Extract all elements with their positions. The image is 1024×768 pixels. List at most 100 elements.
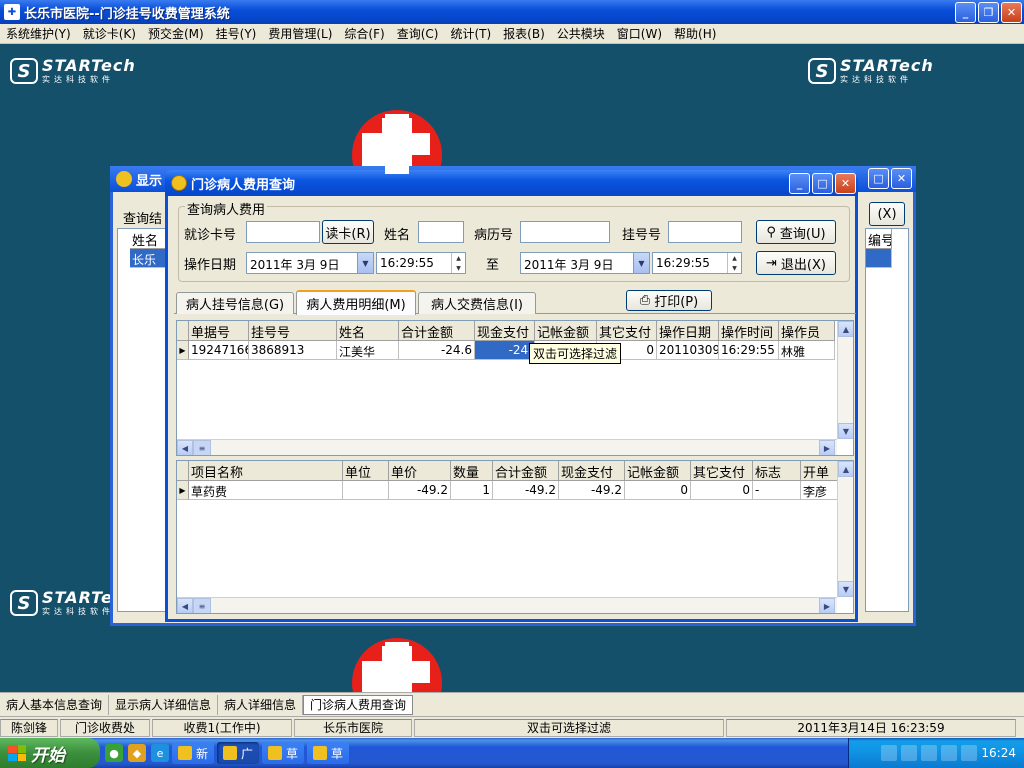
cell-unit[interactable]	[343, 481, 389, 500]
fee-query-dialog[interactable]: 门诊病人费用查询 _ □ ✕ 查询病人费用 就诊卡号 读卡(R) 姓名 病历号 …	[165, 170, 858, 622]
scroll-up-icon[interactable]: ▲	[838, 461, 853, 477]
col-name[interactable]: 姓名	[337, 321, 399, 341]
wintab-patient-basic[interactable]: 病人基本信息查询	[0, 694, 110, 715]
scroll-right-icon[interactable]: ▶	[819, 598, 835, 613]
cell-total[interactable]: -49.2	[493, 481, 559, 500]
tab-fee-details[interactable]: 病人费用明细(M)	[296, 290, 416, 315]
col-unit-price[interactable]: 单价	[389, 461, 451, 481]
menu-reports[interactable]: 报表(B)	[497, 25, 551, 42]
background-cell-selected[interactable]	[866, 249, 892, 268]
help-icon[interactable]	[901, 745, 918, 761]
taskbar-task[interactable]: 草	[262, 742, 305, 764]
clock[interactable]: 16:24	[981, 746, 1016, 760]
cell-doctor[interactable]: 李彦	[801, 481, 839, 500]
volume-icon[interactable]	[921, 745, 938, 761]
col-operator[interactable]: 操作员	[779, 321, 835, 341]
col-other[interactable]: 其它支付	[597, 321, 657, 341]
col-item-name[interactable]: 项目名称	[189, 461, 343, 481]
restore-button[interactable]: ❐	[978, 1, 999, 23]
cell-unit-price[interactable]: -49.2	[389, 481, 451, 500]
scroll-thumb[interactable]: ≡	[193, 598, 211, 613]
record-number-input[interactable]	[520, 221, 610, 243]
col-cash[interactable]: 现金支付	[475, 321, 535, 341]
print-button[interactable]: ⎙ 打印(P)	[626, 290, 712, 311]
chevron-down-icon[interactable]: ▼	[357, 253, 373, 273]
cell-reg-no[interactable]: 3868913	[249, 341, 337, 360]
col-quantity[interactable]: 数量	[451, 461, 493, 481]
quicklaunch-icon[interactable]: ●	[105, 744, 123, 762]
minimize-button[interactable]: _	[955, 1, 976, 23]
menu-stats[interactable]: 统计(T)	[444, 25, 497, 42]
menu-system[interactable]: 系统维护(Y)	[0, 25, 77, 42]
close-button[interactable]: ✕	[891, 168, 912, 189]
col-account[interactable]: 记帐金额	[535, 321, 597, 341]
col-total[interactable]: 合计金额	[399, 321, 475, 341]
cell-operator[interactable]: 林雅	[779, 341, 835, 360]
time-to-spinner[interactable]: 16:29:55 ▲ ▼	[652, 252, 742, 274]
query-button[interactable]: ⚲ 查询(U)	[756, 220, 836, 244]
cell-cash[interactable]: -24.	[475, 341, 535, 360]
col-other[interactable]: 其它支付	[691, 461, 753, 481]
tab-payment[interactable]: 病人交费信息(I)	[418, 292, 536, 314]
fee-detail-grid[interactable]: 项目名称 单位 单价 数量 合计金额 现金支付 记帐金额 其它支付 标志 开单 …	[176, 460, 854, 614]
col-flag[interactable]: 标志	[753, 461, 801, 481]
scroll-down-icon[interactable]: ▼	[838, 423, 853, 439]
cell-op-time[interactable]: 16:29:55	[719, 341, 779, 360]
date-from-picker[interactable]: 2011年 3月 9日 ▼	[246, 252, 374, 274]
col-op-date[interactable]: 操作日期	[657, 321, 719, 341]
scroll-left-icon[interactable]: ◀	[177, 440, 193, 455]
vertical-scrollbar[interactable]: ▲ ▼	[837, 461, 853, 597]
col-doctor[interactable]: 开单	[801, 461, 839, 481]
cell-op-date[interactable]: 20110309	[657, 341, 719, 360]
col-total[interactable]: 合计金额	[493, 461, 559, 481]
cell-item-name[interactable]: 草药费	[189, 481, 343, 500]
exit-button[interactable]: ⇥ 退出(X)	[756, 251, 836, 275]
spinner-icon[interactable]: ▲ ▼	[727, 253, 741, 273]
cell-cash[interactable]: -49.2	[559, 481, 625, 500]
background-cell[interactable]: 长乐	[130, 249, 166, 268]
menu-general[interactable]: 综合(F)	[338, 25, 390, 42]
scroll-left-icon[interactable]: ◀	[177, 598, 193, 613]
menu-card[interactable]: 就诊卡(K)	[77, 25, 142, 42]
maximize-button[interactable]: □	[812, 172, 833, 194]
table-row[interactable]: ▶ 草药费 -49.2 1 -49.2 -49.2 0 0 - 李彦	[177, 481, 839, 500]
cell-bill-no[interactable]: 19247166	[189, 341, 249, 360]
media-icon[interactable]	[961, 745, 978, 761]
wintab-show-patient-detail[interactable]: 显示病人详细信息	[109, 694, 219, 715]
taskbar-task[interactable]: 草	[307, 742, 350, 764]
cell-other[interactable]: 0	[691, 481, 753, 500]
card-number-input[interactable]	[246, 221, 320, 243]
horizontal-scrollbar[interactable]: ◀ ≡ ▶	[177, 439, 837, 455]
cell-quantity[interactable]: 1	[451, 481, 493, 500]
col-account[interactable]: 记帐金额	[625, 461, 691, 481]
col-cash[interactable]: 现金支付	[559, 461, 625, 481]
keyboard-icon[interactable]	[881, 745, 898, 761]
menu-fees[interactable]: 费用管理(L)	[262, 25, 338, 42]
table-row[interactable]: ▶ 19247166 3868913 江美华 -24.6 -24. 0 2011…	[177, 341, 835, 360]
cell-total[interactable]: -24.6	[399, 341, 475, 360]
menu-window[interactable]: 窗口(W)	[611, 25, 668, 42]
horizontal-scrollbar[interactable]: ◀ ≡ ▶	[177, 597, 837, 613]
scroll-right-icon[interactable]: ▶	[819, 440, 835, 455]
close-button[interactable]: ✕	[1001, 1, 1022, 23]
chevron-down-icon[interactable]: ▼	[633, 253, 649, 273]
tab-registration[interactable]: 病人挂号信息(G)	[176, 292, 294, 314]
background-exit-button[interactable]: (X)	[869, 202, 905, 226]
scroll-thumb[interactable]: ≡	[193, 440, 211, 455]
col-reg-no[interactable]: 挂号号	[249, 321, 337, 341]
menu-register[interactable]: 挂号(Y)	[210, 25, 263, 42]
start-button[interactable]: 开始	[0, 738, 100, 768]
date-to-picker[interactable]: 2011年 3月 9日 ▼	[520, 252, 650, 274]
background-right-grid[interactable]: 编号	[865, 228, 909, 612]
menu-common[interactable]: 公共模块	[551, 25, 611, 42]
col-bill-no[interactable]: 单据号	[189, 321, 249, 341]
time-from-spinner[interactable]: 16:29:55 ▲ ▼	[376, 252, 466, 274]
cell-name[interactable]: 江美华	[337, 341, 399, 360]
read-card-button[interactable]: 读卡(R)	[322, 220, 374, 244]
menu-query[interactable]: 查询(C)	[391, 25, 445, 42]
col-unit[interactable]: 单位	[343, 461, 389, 481]
vertical-scrollbar[interactable]: ▲ ▼	[837, 321, 853, 439]
scroll-down-icon[interactable]: ▼	[838, 581, 853, 597]
spinner-icon[interactable]: ▲ ▼	[451, 253, 465, 273]
background-left-grid[interactable]: 姓名 长乐	[117, 228, 167, 612]
